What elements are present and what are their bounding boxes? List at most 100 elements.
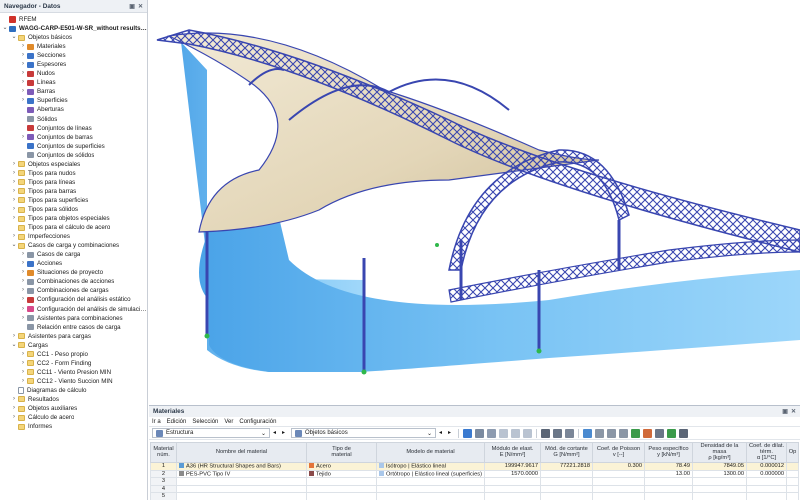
chevron-right-icon[interactable]: › bbox=[20, 359, 26, 368]
chevron-down-icon[interactable]: ⌄ bbox=[11, 341, 17, 350]
table-cell-gamma[interactable]: 78.49 bbox=[644, 461, 693, 471]
tree-item[interactable]: › Tipos para superficies bbox=[0, 196, 147, 205]
table-cell-nu[interactable] bbox=[592, 492, 645, 500]
tree-item[interactable]: › Objetos especiales bbox=[0, 160, 147, 169]
columns-icon[interactable] bbox=[487, 428, 496, 438]
table-cell-model[interactable] bbox=[376, 484, 485, 494]
table-icon[interactable] bbox=[583, 428, 592, 438]
tree-item[interactable]: › Combinaciones de acciones bbox=[0, 277, 147, 286]
table-cell-rho[interactable] bbox=[692, 484, 747, 494]
tree-item[interactable]: Conjuntos de superficies bbox=[0, 142, 147, 151]
table-cell-alpha[interactable]: 0.000012 bbox=[746, 461, 787, 471]
sort-icon[interactable] bbox=[475, 428, 484, 438]
pin-icon[interactable]: ▣ bbox=[129, 3, 135, 10]
menu-item[interactable]: Configuración bbox=[239, 419, 276, 425]
tree-item[interactable]: › Materiales bbox=[0, 42, 147, 51]
tree-item[interactable]: › Asistentes para combinaciones bbox=[0, 314, 147, 323]
chevron-right-icon[interactable]: › bbox=[20, 87, 26, 96]
table-cell-E[interactable] bbox=[484, 484, 541, 494]
table-cell-alpha[interactable] bbox=[746, 484, 787, 494]
tree-item[interactable]: › Espesores bbox=[0, 60, 147, 69]
tree-item[interactable]: ⌄ Casos de carga y combinaciones bbox=[0, 241, 147, 250]
table-cell-nu[interactable] bbox=[592, 477, 645, 486]
print-icon[interactable] bbox=[643, 428, 652, 438]
tree-item[interactable]: › Objetos auxiliares bbox=[0, 404, 147, 413]
tree-item[interactable]: ⌄ WAGG-CARP-E501-W-SR_without results 1.r… bbox=[0, 24, 147, 33]
tree-item[interactable]: ⌄ Cargas bbox=[0, 341, 147, 350]
tree-item[interactable]: › Resultados bbox=[0, 395, 147, 404]
tree-item[interactable]: ⌄ Objetos básicos bbox=[0, 33, 147, 42]
chevron-right-icon[interactable]: › bbox=[11, 160, 17, 169]
column-header[interactable]: Peso específico y [kN/m³] bbox=[644, 442, 693, 463]
chevron-right-icon[interactable]: › bbox=[11, 178, 17, 187]
formula-icon[interactable] bbox=[595, 428, 604, 438]
table-cell-gamma[interactable] bbox=[644, 484, 693, 494]
table-cell-num[interactable]: 2 bbox=[150, 469, 177, 479]
menu-item[interactable]: Selección bbox=[192, 419, 218, 425]
table-cell-name[interactable] bbox=[176, 492, 307, 500]
table-cell-num[interactable]: 1 bbox=[150, 461, 177, 471]
tree-item[interactable]: › Cálculo de acero bbox=[0, 413, 147, 422]
column-header[interactable]: Módulo de elast. E [N/mm²] bbox=[484, 442, 541, 463]
view-icon[interactable] bbox=[553, 428, 562, 438]
chevron-right-icon[interactable]: › bbox=[20, 377, 26, 386]
tree-item[interactable]: › Superficies bbox=[0, 96, 147, 105]
tree-item[interactable]: Relación entre casos de carga bbox=[0, 323, 147, 332]
tree-item[interactable]: RFEM bbox=[0, 15, 147, 24]
chevron-right-icon[interactable]: › bbox=[11, 232, 17, 241]
column-header[interactable]: Tipo de material bbox=[306, 442, 377, 463]
menu-item[interactable]: Ver bbox=[224, 419, 233, 425]
table-cell-type[interactable] bbox=[306, 492, 377, 500]
chevron-right-icon[interactable]: › bbox=[20, 295, 26, 304]
tree-item[interactable]: › Tipos para objetos especiales bbox=[0, 214, 147, 223]
chevron-down-icon[interactable]: ⌄ bbox=[2, 24, 8, 33]
table-cell-G[interactable] bbox=[540, 492, 593, 500]
table-row[interactable]: 5 bbox=[150, 492, 799, 500]
menu-item[interactable]: Ir a bbox=[152, 419, 161, 425]
tree-item[interactable]: › Imperfecciones bbox=[0, 232, 147, 241]
table-cell-rho[interactable] bbox=[692, 477, 747, 486]
insert-row-icon[interactable] bbox=[499, 428, 508, 438]
column-header[interactable]: Material núm. bbox=[150, 442, 177, 463]
table-cell-name[interactable] bbox=[176, 484, 307, 494]
tree-item[interactable]: Sólidos bbox=[0, 115, 147, 124]
table-cell-type[interactable] bbox=[306, 477, 377, 486]
column-header[interactable]: Mód. de cortante G [N/mm²] bbox=[540, 442, 593, 463]
search-icon[interactable] bbox=[679, 428, 688, 438]
close-icon[interactable]: ✕ bbox=[791, 408, 796, 415]
table-row[interactable]: 2 PES-PVC Tipo IV Tejido Ortótropo | Elásti… bbox=[150, 469, 799, 479]
table-cell-E[interactable] bbox=[484, 477, 541, 486]
chevron-right-icon[interactable]: › bbox=[11, 413, 17, 422]
table-cell-E[interactable]: 199947.9617 bbox=[484, 461, 541, 471]
table-cell-nu[interactable] bbox=[592, 484, 645, 494]
chevron-right-icon[interactable]: › bbox=[20, 60, 26, 69]
tree-item[interactable]: › Asistentes para cargas bbox=[0, 332, 147, 341]
table-cell-E[interactable]: 1570.0000 bbox=[484, 469, 541, 479]
tree-item[interactable]: Diagramas de cálculo bbox=[0, 386, 147, 395]
check-icon[interactable] bbox=[667, 428, 676, 438]
table-cell-name[interactable]: A36 (HR Structural Shapes and Bars) bbox=[176, 461, 307, 471]
tree-item[interactable]: › Tipos para líneas bbox=[0, 178, 147, 187]
table-cell-alpha[interactable] bbox=[746, 492, 787, 500]
table-cell-rho[interactable] bbox=[692, 492, 747, 500]
chevron-right-icon[interactable]: › bbox=[20, 51, 26, 60]
tree-item[interactable]: › CC11 - Viento Presion MIN bbox=[0, 368, 147, 377]
chevron-right-icon[interactable]: › bbox=[20, 368, 26, 377]
table-cell-alpha[interactable]: 0.000000 bbox=[746, 469, 787, 479]
chevron-right-icon[interactable]: › bbox=[20, 259, 26, 268]
tree-item[interactable]: › Casos de carga bbox=[0, 250, 147, 259]
table-cell-G[interactable] bbox=[540, 477, 593, 486]
table-cell-name[interactable] bbox=[176, 477, 307, 486]
chevron-right-icon[interactable]: › bbox=[11, 196, 17, 205]
chevron-right-icon[interactable]: › bbox=[20, 286, 26, 295]
tree-item[interactable]: Tipos para el cálculo de acero bbox=[0, 223, 147, 232]
pin-icon[interactable]: ▣ bbox=[782, 408, 788, 415]
table-cell-model[interactable]: Isótropo | Elástico lineal bbox=[376, 461, 485, 471]
chevron-right-icon[interactable]: › bbox=[11, 187, 17, 196]
chevron-right-icon[interactable]: › bbox=[20, 350, 26, 359]
chevron-right-icon[interactable]: › bbox=[20, 69, 26, 78]
chevron-right-icon[interactable]: › bbox=[20, 268, 26, 277]
table-cell-num[interactable]: 5 bbox=[150, 492, 177, 500]
chevron-right-icon[interactable]: › bbox=[20, 314, 26, 323]
table-cell-type[interactable]: Acero bbox=[306, 461, 377, 471]
